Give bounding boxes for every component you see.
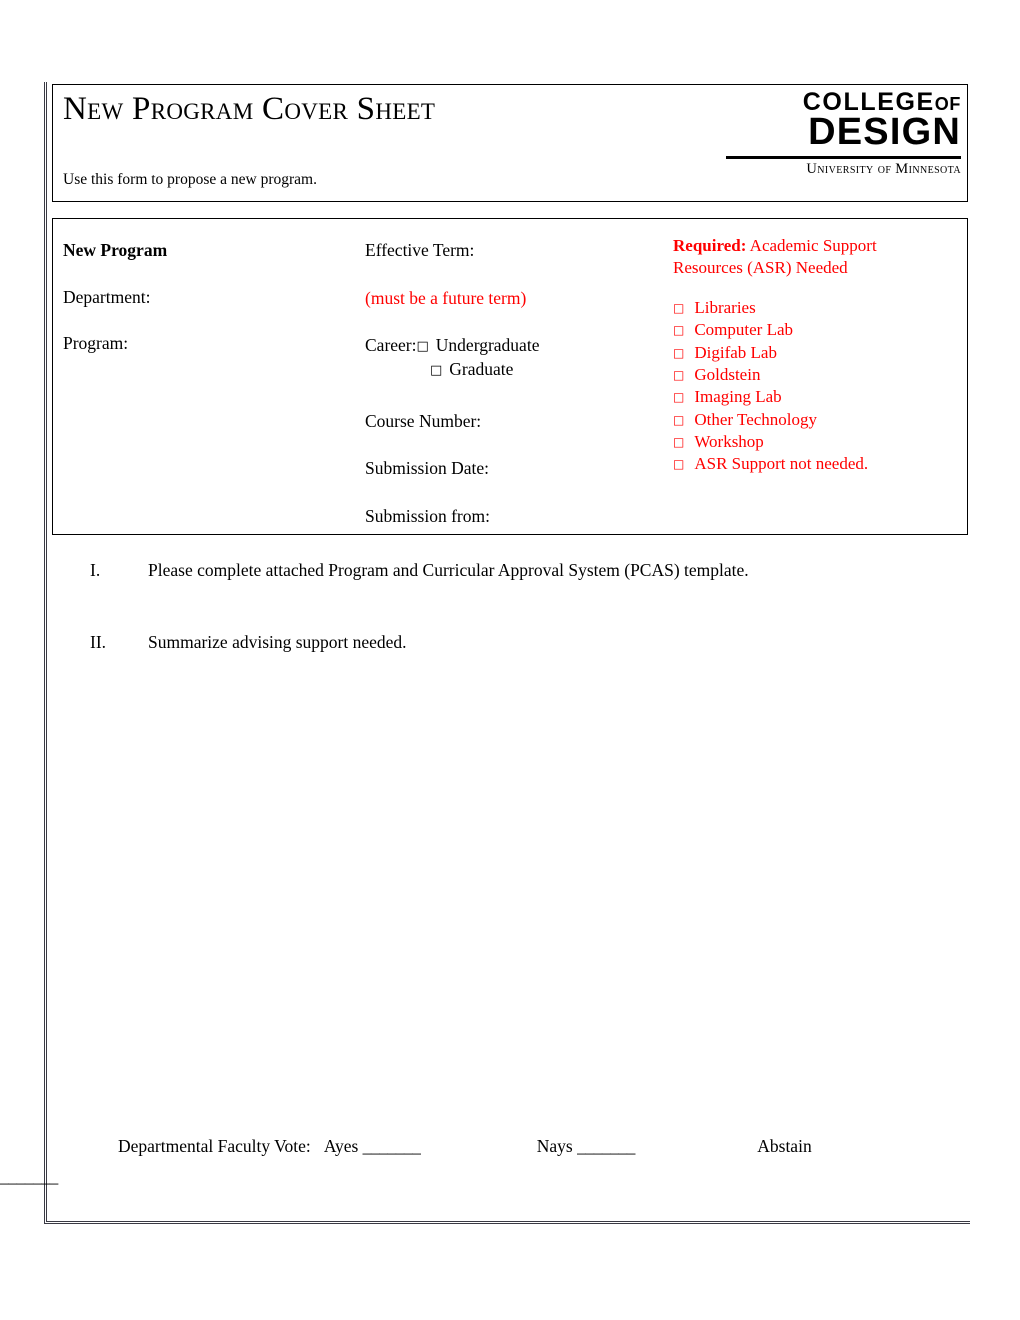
college-of-design-logo: COLLEGEOF DESIGN University of Minnesota bbox=[726, 89, 961, 178]
vote-nays-blank[interactable]: _______ bbox=[577, 1136, 635, 1156]
career-option-graduate[interactable]: □ Graduate bbox=[365, 358, 665, 382]
career-field-label: Career: bbox=[365, 335, 417, 356]
departmental-faculty-vote-row: Departmental Faculty Vote: Ayes _______ … bbox=[0, 1132, 968, 1190]
asr-item-label: Goldstein bbox=[694, 365, 761, 385]
asr-item-label: Computer Lab bbox=[694, 320, 794, 340]
info-middle-column: Effective Term: (must be a future term) … bbox=[365, 239, 665, 552]
checkbox-icon[interactable]: □ bbox=[417, 339, 436, 354]
asr-heading-line2: Resources (ASR) Needed bbox=[673, 258, 848, 278]
checkbox-icon[interactable]: □ bbox=[673, 435, 694, 449]
logo-word-design: DESIGN bbox=[808, 111, 961, 154]
asr-item-label: Other Technology bbox=[694, 409, 818, 429]
asr-heading: Required: Academic Support Resources (AS… bbox=[673, 235, 961, 279]
course-number-field-label[interactable]: Course Number: bbox=[365, 410, 665, 434]
checkbox-icon[interactable]: □ bbox=[673, 346, 694, 360]
asr-item-libraries[interactable]: □ Libraries bbox=[673, 297, 961, 319]
info-left-column: New Program Department: Program: bbox=[63, 239, 353, 379]
instruction-text: Summarize advising support needed. bbox=[148, 631, 407, 652]
info-right-column-asr: Required: Academic Support Resources (AS… bbox=[673, 235, 961, 476]
vote-nays-group[interactable]: Nays _______ bbox=[425, 1136, 636, 1156]
asr-item-label: Digifab Lab bbox=[694, 342, 777, 362]
asr-item-goldstein[interactable]: □ Goldstein bbox=[673, 364, 961, 386]
submission-date-field-label[interactable]: Submission Date: bbox=[365, 457, 665, 481]
checkbox-icon[interactable]: □ bbox=[430, 363, 449, 378]
asr-heading-required: Required: bbox=[673, 236, 747, 255]
career-option-undergraduate[interactable]: Career:□ Undergraduate bbox=[365, 334, 665, 358]
submission-from-field-label[interactable]: Submission from: bbox=[365, 505, 665, 529]
new-program-heading: New Program bbox=[63, 240, 168, 260]
checkbox-icon[interactable]: □ bbox=[673, 368, 694, 382]
asr-checkbox-list: □ Libraries □ Computer Lab □ Digifab Lab □ G… bbox=[673, 297, 961, 475]
instruction-item-2: II. Summarize advising support needed. bbox=[90, 630, 950, 655]
checkbox-icon[interactable]: □ bbox=[673, 323, 694, 337]
effective-term-note: (must be a future term) bbox=[365, 287, 527, 308]
vote-ayes-label: Ayes bbox=[323, 1136, 359, 1156]
instruction-number: I. bbox=[90, 560, 101, 580]
asr-item-label: ASR Support not needed. bbox=[694, 454, 869, 474]
asr-item-no-support-needed[interactable]: □ ASR Support not needed. bbox=[673, 453, 961, 475]
checkbox-icon[interactable]: □ bbox=[673, 390, 694, 404]
effective-term-field-label[interactable]: Effective Term: bbox=[365, 239, 665, 263]
department-field-label[interactable]: Department: bbox=[63, 286, 353, 310]
vote-abstain-label: Abstain bbox=[757, 1136, 812, 1156]
program-field-label[interactable]: Program: bbox=[63, 332, 353, 356]
instruction-number: II. bbox=[90, 631, 107, 652]
checkbox-icon[interactable]: □ bbox=[673, 301, 694, 315]
asr-item-computer-lab[interactable]: □ Computer Lab bbox=[673, 319, 961, 341]
faculty-vote-label: Departmental Faculty Vote: bbox=[118, 1136, 311, 1156]
asr-item-label: Imaging Lab bbox=[694, 387, 782, 407]
instruction-text: Please complete attached Program and Cur… bbox=[148, 560, 749, 580]
page-subtitle: Use this form to propose a new program. bbox=[63, 171, 317, 188]
asr-item-digifab-lab[interactable]: □ Digifab Lab bbox=[673, 342, 961, 364]
instruction-item-1: I. Please complete attached Program and C… bbox=[90, 558, 950, 583]
checkbox-icon[interactable]: □ bbox=[673, 457, 694, 471]
page-title: New Program Cover Sheet bbox=[63, 91, 436, 127]
asr-item-imaging-lab[interactable]: □ Imaging Lab bbox=[673, 386, 961, 408]
asr-item-other-technology[interactable]: □ Other Technology bbox=[673, 409, 961, 431]
asr-item-workshop[interactable]: □ Workshop bbox=[673, 431, 961, 453]
program-info-box: New Program Department: Program: Effecti… bbox=[52, 218, 968, 535]
logo-university-name: University of Minnesota bbox=[806, 160, 961, 177]
vote-ayes-group[interactable]: Ayes _______ bbox=[315, 1136, 421, 1156]
asr-item-label: Workshop bbox=[694, 431, 764, 451]
vote-abstain-blank[interactable]: _______ bbox=[0, 1162, 968, 1190]
instruction-list: I. Please complete attached Program and C… bbox=[90, 558, 950, 701]
career-option-label: Graduate bbox=[449, 358, 514, 379]
vote-nays-label: Nays bbox=[536, 1136, 573, 1156]
career-option-label: Undergraduate bbox=[435, 335, 540, 356]
checkbox-icon[interactable]: □ bbox=[673, 413, 694, 427]
vote-ayes-blank[interactable]: _______ bbox=[363, 1136, 421, 1156]
logo-divider bbox=[726, 156, 961, 159]
header-box: New Program Cover Sheet Use this form to… bbox=[52, 84, 968, 202]
asr-heading-rest: Academic Support bbox=[746, 236, 877, 255]
asr-item-label: Libraries bbox=[694, 298, 756, 318]
